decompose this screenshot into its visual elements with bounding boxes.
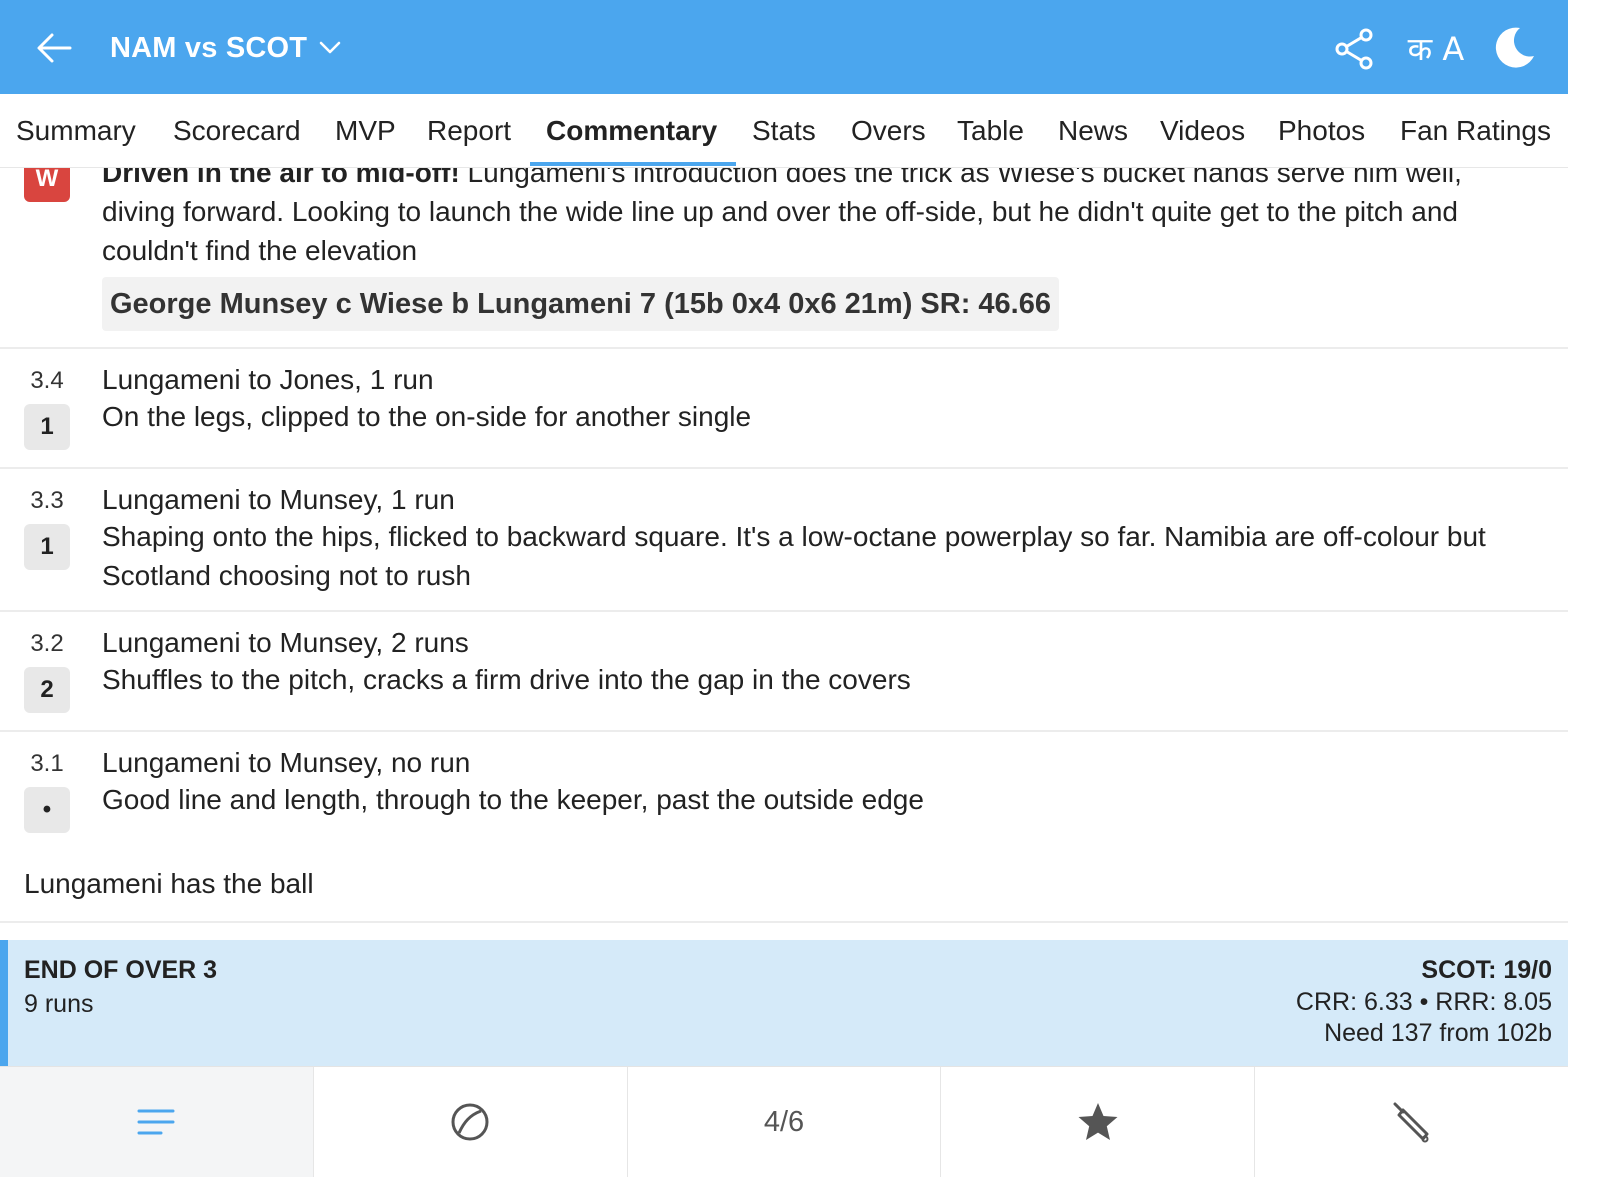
runs-badge: • [24,787,70,833]
moon-icon [1495,27,1534,68]
wicket-text-line1: Lungameni's introduction does the trick … [459,168,1462,188]
ball-text: On the legs, clipped to the on-side for … [102,401,752,432]
tab-summary[interactable]: Summary [16,94,136,168]
nav-ball[interactable] [314,1067,628,1177]
end-of-over-summary: END OF OVER 3 9 runs SCOT: 19/0 CRR: 6.3… [0,940,1568,1066]
tab-fan-ratings[interactable]: Fan Ratings [1400,94,1551,168]
share-button[interactable] [1332,26,1378,72]
ball-text: Good line and length, through to the kee… [102,784,924,815]
tab-report[interactable]: Report [427,94,511,168]
ball-title: Lungameni to Munsey, 2 runs [102,627,469,658]
back-button[interactable] [30,26,78,70]
commentary-feed[interactable]: W Driven in the air to mid-off! Lungamen… [0,168,1568,940]
runs-badge: 1 [24,404,70,450]
match-selector[interactable]: NAM vs SCOT [110,28,341,68]
bottom-nav: 4/6 [0,1066,1568,1177]
ball-text: Shaping onto the hips, flicked to backwa… [102,521,1486,591]
language-icon: क A [1407,29,1465,68]
runs-badge: 2 [24,667,70,713]
app-bar: NAM vs SCOT क A [0,0,1568,94]
over-number: 3.1 [30,750,64,777]
commentary-item: 3.1 • Lungameni to Munsey, no run Good l… [0,732,1568,852]
commentary-item: 3.3 1 Lungameni to Munsey, 1 run Shaping… [0,469,1568,612]
commentary-item: 3.4 1 Lungameni to Jones, 1 run On the l… [0,349,1568,469]
dark-mode-button[interactable] [1490,24,1538,72]
over-progress-label: 4/6 [763,1105,805,1138]
tab-photos[interactable]: Photos [1278,94,1365,168]
wicket-lead: Driven in the air to mid-off! [102,168,460,188]
divider [0,921,1568,923]
tab-overs[interactable]: Overs [851,94,926,168]
tab-mvp[interactable]: MVP [335,94,396,168]
language-button[interactable]: क A [1404,24,1468,72]
tab-news[interactable]: News [1058,94,1128,168]
ball-title: Lungameni to Jones, 1 run [102,364,434,395]
tab-table[interactable]: Table [957,94,1024,168]
dismissal-summary: George Munsey c Wiese b Lungameni 7 (15b… [102,277,1059,331]
ball-title: Lungameni to Munsey, 1 run [102,484,455,515]
tab-scorecard[interactable]: Scorecard [173,94,301,168]
tab-videos[interactable]: Videos [1160,94,1245,168]
match-title: NAM vs SCOT [110,31,308,64]
wicket-text-rest: diving forward. Looking to launch the wi… [102,196,1458,266]
team-score: SCOT: 19/0 [1421,956,1552,984]
run-rates: CRR: 6.33 • RRR: 8.05 [1295,988,1552,1016]
tab-commentary[interactable]: Commentary [546,94,717,168]
over-runs: 9 runs [24,990,94,1018]
tab-bar: Summary Scorecard MVP Report Commentary … [0,94,1568,168]
runs-needed: Need 137 from 102b [1324,1019,1552,1047]
tab-stats[interactable]: Stats [752,94,816,168]
ball-icon [451,1103,489,1141]
runs-badge: 1 [24,524,70,570]
bowler-note: Lungameni has the ball [24,868,314,899]
active-tab-indicator [530,162,736,166]
back-arrow-icon [37,33,72,63]
commentary-item-wicket: W Driven in the air to mid-off! Lungamen… [0,168,1568,349]
share-icon [1335,28,1373,70]
star-icon [1078,1103,1118,1140]
nav-commentary[interactable] [0,1067,314,1177]
over-summary-title: END OF OVER 3 [24,956,218,984]
ball-title: Lungameni to Munsey, no run [102,747,471,778]
wicket-badge: W [24,168,70,202]
nav-over-progress[interactable]: 4/6 [628,1067,942,1177]
wicket-text: Driven in the air to mid-off! Lungameni'… [102,168,1532,270]
summary-accent-bar [0,940,8,1066]
chevron-down-icon [319,41,341,54]
commentary-item: 3.2 2 Lungameni to Munsey, 2 runs Shuffl… [0,612,1568,732]
over-number: 3.3 [30,487,64,514]
ball-text: Shuffles to the pitch, cracks a firm dri… [102,664,911,695]
over-number: 3.4 [30,367,64,394]
nav-batting[interactable] [1255,1067,1568,1177]
bat-icon [1393,1102,1429,1143]
list-icon [137,1109,175,1135]
over-number: 3.2 [30,630,64,657]
nav-favourites[interactable] [941,1067,1256,1177]
